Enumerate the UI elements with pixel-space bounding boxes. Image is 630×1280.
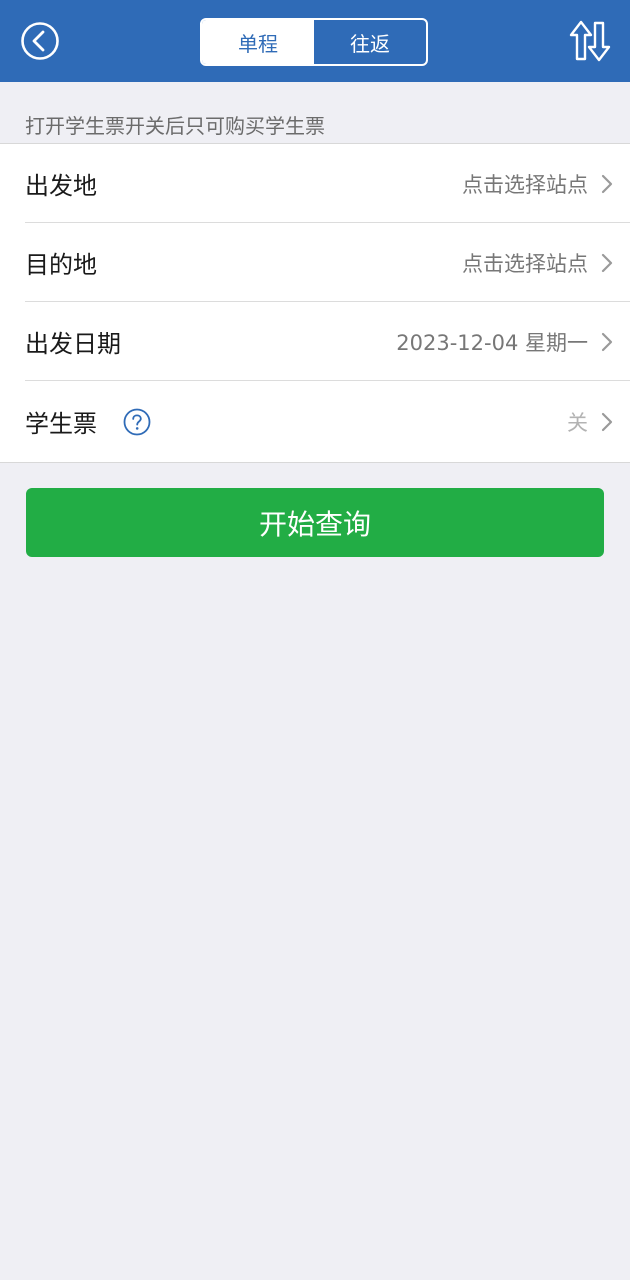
chevron-right-icon [601, 332, 613, 352]
help-question-icon[interactable] [123, 408, 151, 436]
back-button[interactable] [20, 21, 60, 61]
row-label: 出发日期 [25, 330, 121, 358]
swap-arrows-icon [569, 20, 611, 62]
row-value: 2023-12-04 星期一 [396, 330, 588, 355]
back-circle-icon [21, 22, 59, 60]
student-ticket-row[interactable]: 学生票 关 [0, 382, 630, 461]
student-ticket-toggle-value: 关 [567, 410, 588, 435]
swap-stations-button[interactable] [568, 18, 612, 64]
departure-station-row[interactable]: 出发地 点击选择站点 [0, 144, 630, 223]
tab-round-trip[interactable]: 往返 [314, 20, 426, 64]
chevron-right-icon [601, 174, 613, 194]
top-bar: 单程 往返 [0, 0, 630, 82]
row-value: 点击选择站点 [462, 172, 588, 197]
query-form: 出发地 点击选择站点 目的地 点击选择站点 出发日期 2023-12-04 星期… [0, 143, 630, 463]
destination-station-row[interactable]: 目的地 点击选择站点 [0, 223, 630, 302]
row-label: 学生票 [25, 410, 97, 438]
divider [25, 380, 630, 381]
trip-type-tabs: 单程 往返 [200, 18, 428, 66]
row-value: 点击选择站点 [462, 251, 588, 276]
row-label: 出发地 [25, 172, 97, 200]
tab-one-way[interactable]: 单程 [202, 20, 314, 64]
chevron-right-icon [601, 412, 613, 432]
chevron-right-icon [601, 253, 613, 273]
departure-date-row[interactable]: 出发日期 2023-12-04 星期一 [0, 302, 630, 381]
row-label: 目的地 [25, 251, 97, 279]
student-ticket-notice: 打开学生票开关后只可购买学生票 [25, 114, 325, 138]
start-search-button[interactable]: 开始查询 [26, 488, 604, 557]
